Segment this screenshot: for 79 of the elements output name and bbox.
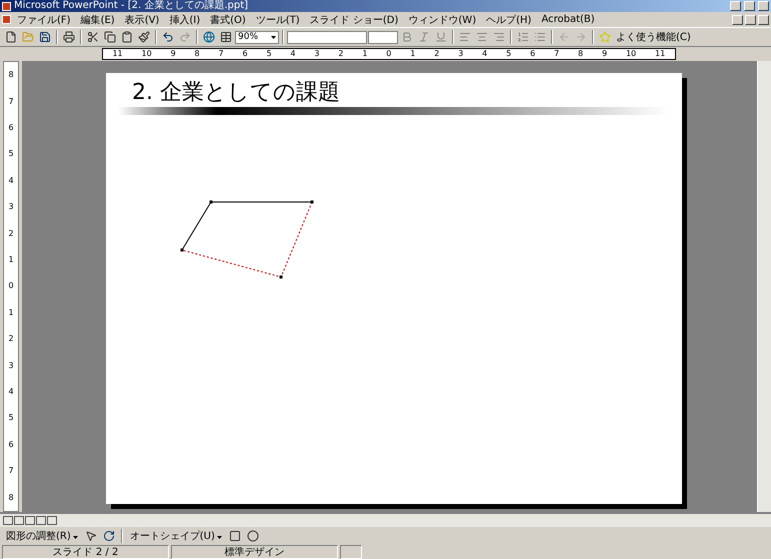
ruler-number: 2 [8,335,14,344]
oval-icon[interactable] [244,528,261,544]
sorter-view-button[interactable] [36,516,46,525]
draw-menu-button[interactable]: 図形の調整(R) [3,529,81,543]
ruler-number: 3 [314,50,320,58]
zoom-combo[interactable]: 90% [235,30,279,44]
ruler-number: 3 [458,50,464,58]
ruler-number: 1 [8,308,14,317]
save-icon[interactable] [37,29,53,45]
outline-view-button[interactable] [14,516,24,525]
show-view-button[interactable] [47,516,57,525]
ruler-number: 7 [218,50,224,58]
ruler-number: 5 [8,414,14,422]
ruler-number: 6 [530,50,536,58]
ruler-number: 3 [8,203,14,212]
ruler-number: 8 [8,494,14,502]
font-size-combo[interactable] [368,30,398,44]
menu-item[interactable]: Acrobat(B) [537,14,599,25]
caret-icon [72,536,78,539]
menu-item[interactable]: ツール(T) [252,12,304,26]
document-icon[interactable] [2,15,11,24]
ruler-number: 1 [362,50,368,58]
ruler-number: 4 [290,50,296,58]
ruler-number: 4 [8,176,14,185]
star-icon[interactable] [597,29,613,45]
menu-item[interactable]: ファイル(F) [13,12,75,26]
ruler-number: 10 [626,50,636,58]
ruler-number: 4 [8,388,14,396]
menu-item[interactable]: 編集(E) [76,12,119,26]
ruler-number: 5 [506,50,512,58]
ruler-number: 8 [578,50,584,58]
ruler-number: 9 [170,50,176,58]
print-icon[interactable] [61,29,77,45]
status-panel: 標準デザイン [171,545,338,559]
ruler-number: 4 [482,50,488,58]
normal-view-button[interactable] [3,516,13,525]
app-icon [2,2,11,10]
ruler-number: 1 [8,256,14,264]
vertical-scrollbar[interactable] [757,61,771,512]
paintbrush-icon[interactable] [136,29,152,45]
ruler-number: 1 [410,50,416,58]
menu-item[interactable]: ヘルプ(H) [482,12,536,26]
ruler-number: 6 [8,124,14,132]
ruler-number: 0 [8,282,14,290]
ruler-number: 8 [8,71,14,80]
table-icon[interactable] [218,29,234,45]
ruler-number: 3 [8,362,14,370]
ruler-number: 5 [8,150,14,158]
ruler-number: 9 [602,50,608,58]
ruler-number: 0 [386,50,392,58]
menu-item[interactable]: 表示(V) [120,12,164,26]
ruler-number: 6 [8,440,14,449]
caret-icon [271,36,276,38]
ruler-number: 7 [554,50,560,58]
slide-view-button[interactable] [25,516,35,525]
slide-title: 2. 企業としての課題 [132,79,340,107]
menu-item[interactable]: スライド ショー(D) [306,12,402,26]
window-title: Microsoft PowerPoint - [2. 企業としての課題.ppt] [14,0,248,12]
ruler-number: 5 [266,50,272,58]
ruler-number: 2 [338,50,344,58]
autoshapes-button[interactable]: オートシェイプ(U) [126,529,225,543]
ruler-number: 2 [434,50,440,58]
ruler-number: 6 [242,50,248,58]
ruler-number: 7 [8,467,14,476]
menu-item[interactable]: 書式(O) [206,12,250,26]
ruler-number: 2 [8,230,14,238]
menu-item[interactable]: 挿入(I) [165,12,204,26]
status-panel: スライド 2 / 2 [2,545,169,559]
ruler-number: 11 [112,50,123,58]
ruler-number: 7 [8,98,14,106]
ruler-number: 8 [194,50,200,58]
globe-icon[interactable] [201,29,217,45]
ruler-number: 11 [655,50,666,58]
caret-icon [216,536,222,539]
menu-item[interactable]: ウィンドウ(W) [404,12,480,26]
favorites-button[interactable]: よく使う機能(C) [614,30,693,44]
font-combo[interactable] [287,30,367,44]
ruler-number: 10 [142,50,152,58]
copy-icon[interactable] [102,29,118,45]
